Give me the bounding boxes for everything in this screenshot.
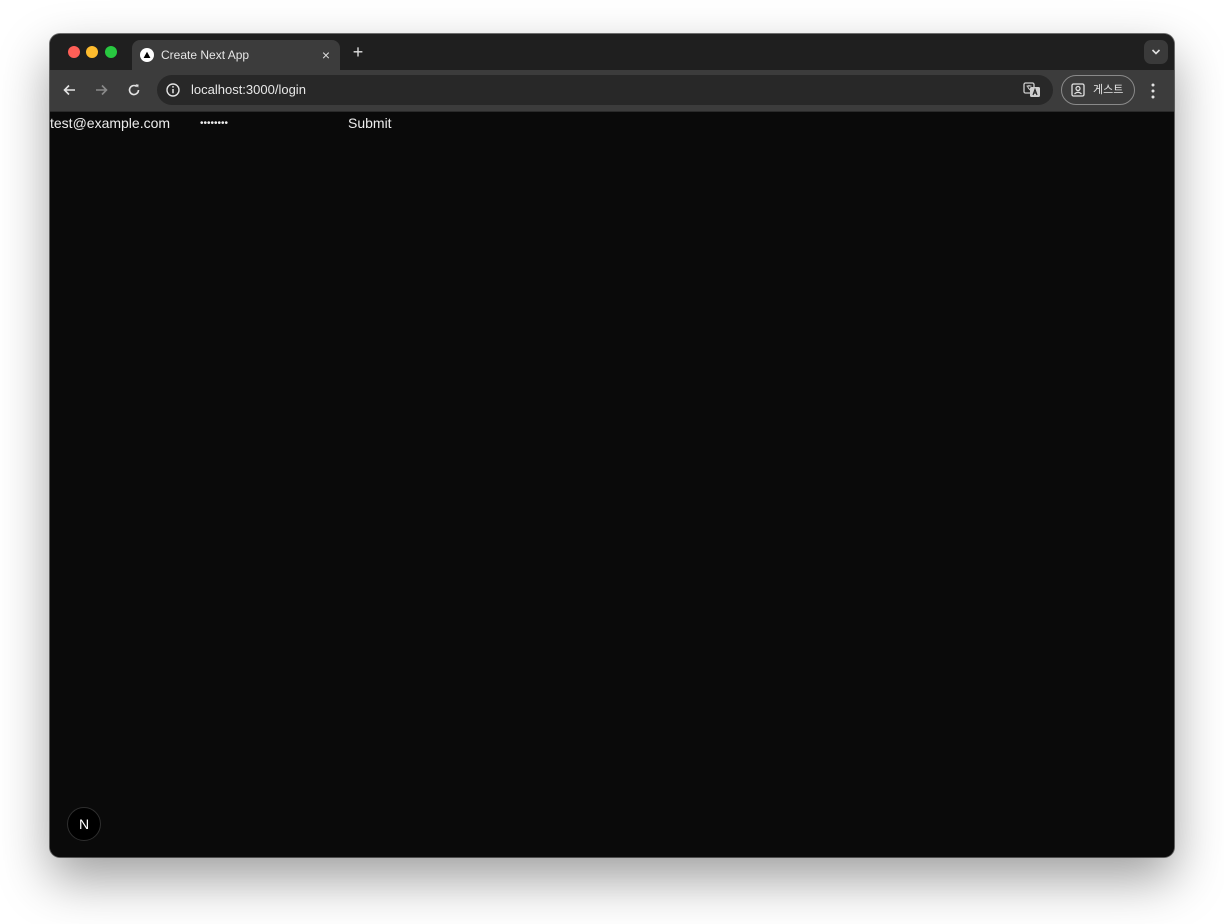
tab-search-button[interactable] bbox=[1144, 40, 1168, 64]
profile-label: 게스트 bbox=[1093, 84, 1124, 96]
more-vertical-icon bbox=[1151, 83, 1155, 99]
tab-strip: Create Next App × + bbox=[50, 34, 1174, 70]
browser-window: Create Next App × + localhost:3000/login bbox=[50, 34, 1174, 857]
email-field[interactable]: test@example.com bbox=[50, 115, 170, 132]
tab-title: Create Next App bbox=[161, 48, 250, 62]
arrow-right-icon bbox=[96, 84, 108, 96]
new-tab-button[interactable]: + bbox=[348, 42, 368, 62]
back-button[interactable] bbox=[61, 81, 79, 99]
chevron-down-icon bbox=[1151, 49, 1161, 55]
next-dev-tools-button[interactable]: N bbox=[67, 807, 101, 841]
submit-button[interactable]: Submit bbox=[348, 115, 392, 132]
password-field[interactable]: •••••••• bbox=[200, 115, 228, 132]
minimize-window-button[interactable] bbox=[86, 46, 98, 58]
reload-icon bbox=[128, 84, 140, 96]
browser-toolbar: localhost:3000/login 게스트 bbox=[50, 70, 1174, 112]
tab-create-next-app[interactable]: Create Next App × bbox=[132, 40, 340, 70]
arrow-left-icon bbox=[63, 84, 75, 96]
reload-button[interactable] bbox=[125, 81, 143, 99]
tab-close-icon[interactable]: × bbox=[318, 47, 334, 63]
guest-profile-button[interactable]: 게스트 bbox=[1061, 75, 1135, 105]
forward-button[interactable] bbox=[92, 81, 110, 99]
person-icon bbox=[1071, 83, 1085, 97]
zoom-window-button[interactable] bbox=[105, 46, 117, 58]
address-bar[interactable]: localhost:3000/login bbox=[157, 75, 1053, 105]
url-text[interactable]: localhost:3000/login bbox=[191, 82, 306, 98]
page-content: test@example.com •••••••• Submit N bbox=[50, 112, 1174, 857]
site-info-icon[interactable] bbox=[164, 81, 182, 99]
close-window-button[interactable] bbox=[68, 46, 80, 58]
vercel-triangle-icon bbox=[140, 48, 154, 62]
browser-menu-button[interactable] bbox=[1146, 82, 1160, 100]
translate-icon[interactable] bbox=[1023, 82, 1041, 98]
